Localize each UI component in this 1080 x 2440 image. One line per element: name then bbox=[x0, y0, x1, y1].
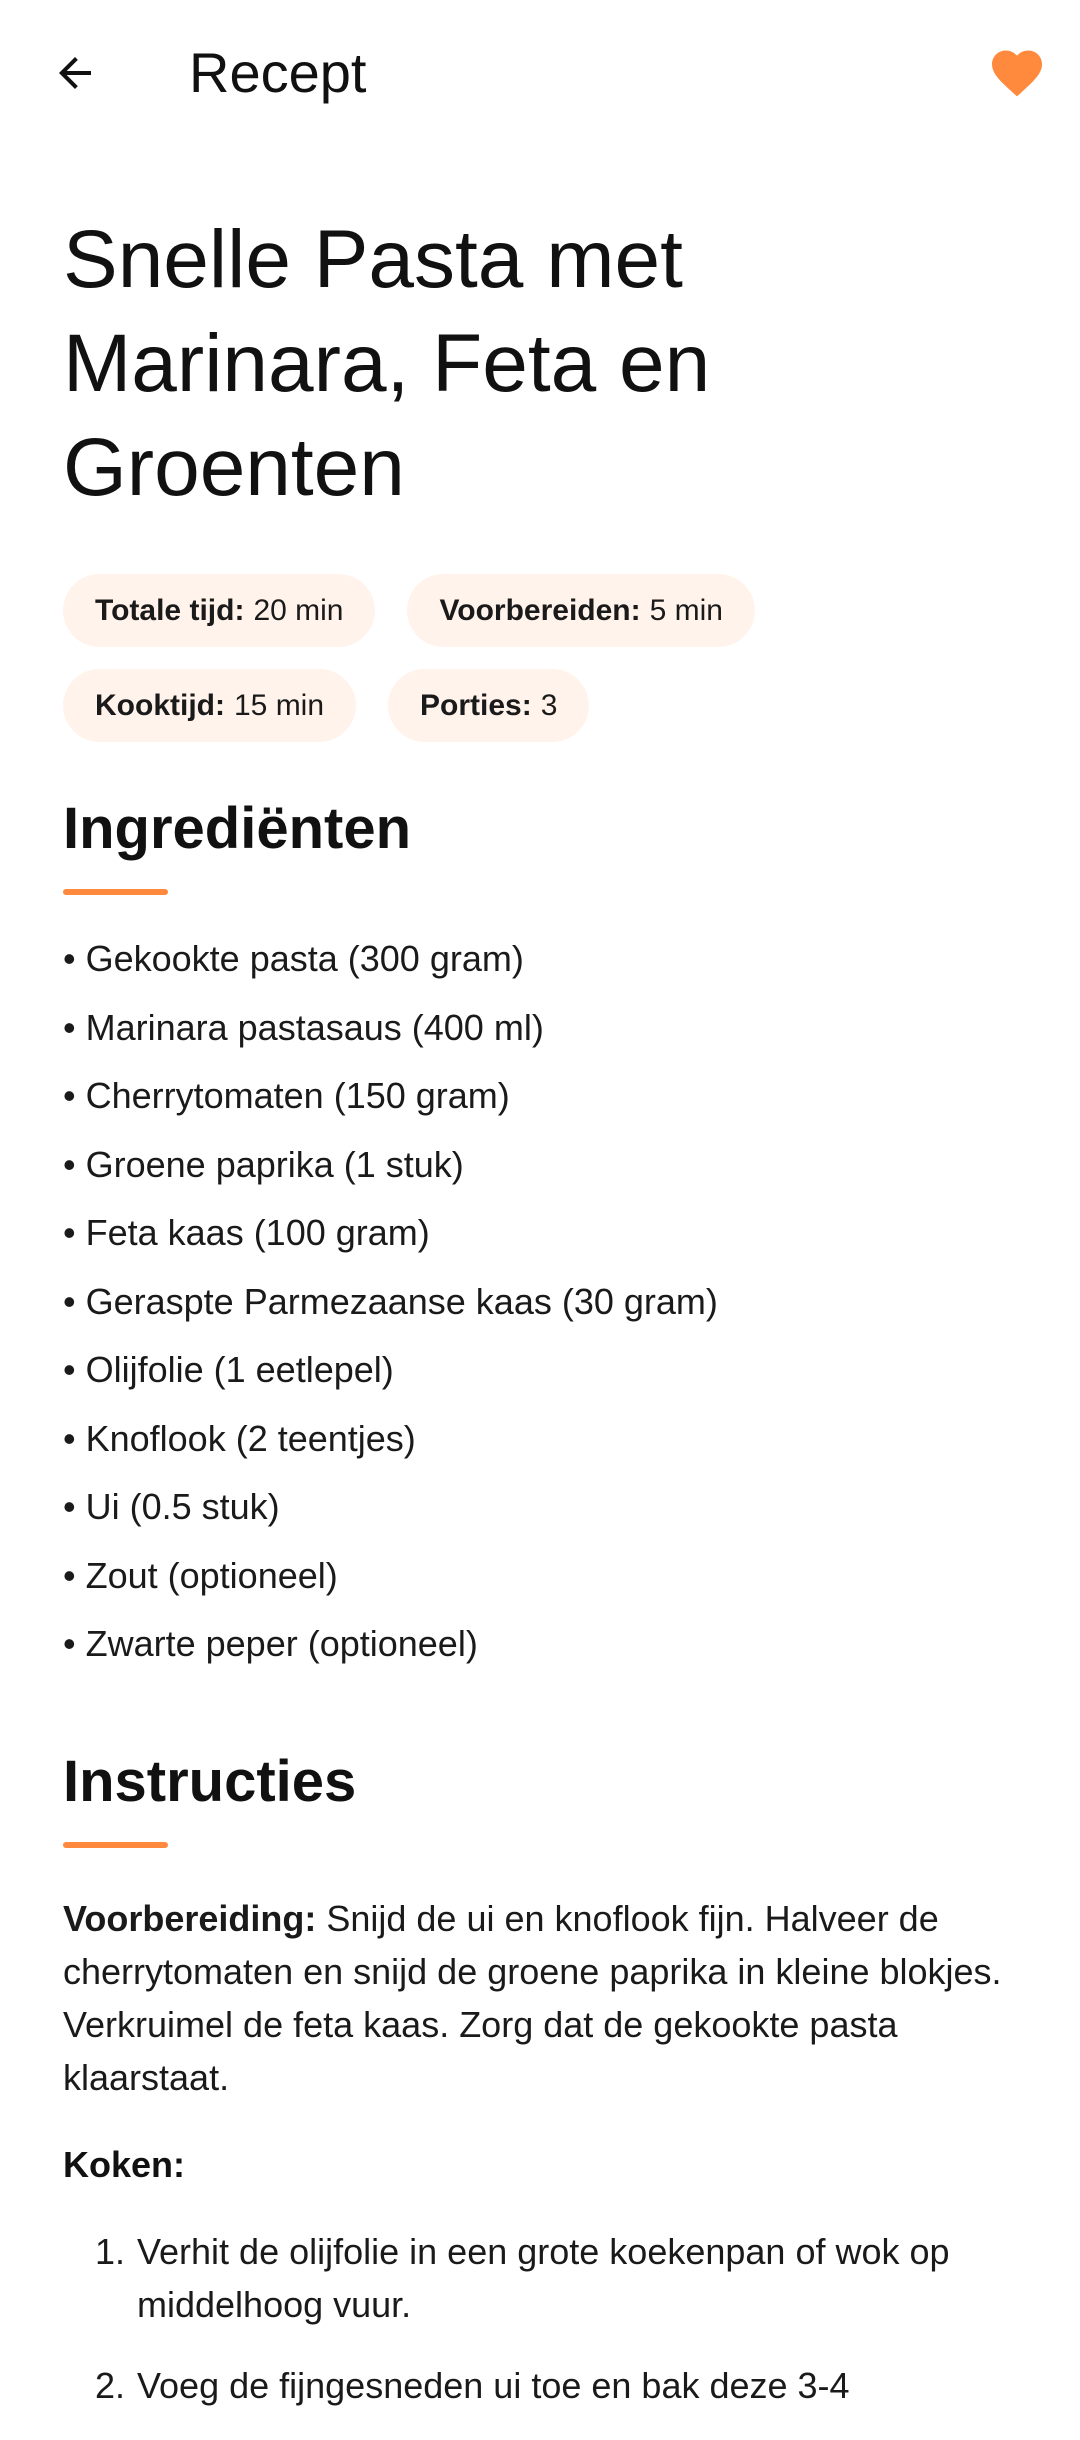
favorite-button[interactable] bbox=[978, 36, 1056, 110]
chip-label: Kooktijd: bbox=[95, 688, 225, 722]
bullet: • bbox=[63, 938, 76, 979]
chip-prep-time: Voorbereiden: 5 min bbox=[407, 574, 755, 647]
ingredient-item: • Knoflook (2 teentjes) bbox=[63, 1405, 1017, 1474]
ingredient-list: • Gekookte pasta (300 gram) • Marinara pas… bbox=[63, 925, 1017, 1679]
bullet: • bbox=[63, 1623, 76, 1664]
back-button[interactable] bbox=[38, 36, 112, 110]
bullet: • bbox=[63, 1349, 76, 1390]
bullet: • bbox=[63, 1143, 76, 1185]
chip-value: 5 min bbox=[649, 593, 723, 627]
ingredient-item: • Zout (optioneel) bbox=[63, 1542, 1017, 1611]
ingredient-text: Zout (optioneel) bbox=[85, 1554, 338, 1596]
chip-label: Totale tijd: bbox=[95, 593, 245, 627]
instructions-heading: Instructies bbox=[63, 1748, 357, 1814]
ingredient-text: Knoflook (2 teentjes) bbox=[85, 1417, 416, 1459]
chip-value: 3 bbox=[540, 688, 558, 722]
arrow-left-icon bbox=[59, 57, 91, 89]
ingredient-text: Marinara pastasaus (400 ml) bbox=[85, 1006, 544, 1048]
bullet: • bbox=[63, 1075, 76, 1116]
ingredient-item: • Cherrytomaten (150 gram) bbox=[63, 1062, 1017, 1131]
ingredient-text: Ui (0.5 stuk) bbox=[85, 1486, 280, 1527]
preparation-label: Voorbereiding: bbox=[63, 1897, 317, 1939]
ingredient-item: • Geraspte Parmezaanse kaas (30 gram) bbox=[63, 1268, 1017, 1337]
ingredient-text: Gekookte pasta (300 gram) bbox=[85, 938, 524, 979]
bullet: • bbox=[63, 1006, 76, 1048]
bullet: • bbox=[63, 1212, 76, 1253]
step-item: 1. Verhit de olijfolie in een grote koek… bbox=[63, 2225, 1017, 2331]
step-number: 2. bbox=[94, 2364, 125, 2406]
ingredient-item: • Feta kaas (100 gram) bbox=[63, 1199, 1017, 1268]
ingredient-item: • Ui (0.5 stuk) bbox=[63, 1473, 1017, 1542]
section-underline bbox=[63, 889, 168, 895]
cooking-label: Koken: bbox=[63, 2143, 186, 2185]
bullet: • bbox=[63, 1486, 76, 1527]
chip-label: Porties: bbox=[420, 688, 532, 722]
app-bar: Recept bbox=[0, 0, 1080, 146]
ingredient-item: • Marinara pastasaus (400 ml) bbox=[63, 994, 1017, 1063]
cooking-steps: 1. Verhit de olijfolie in een grote koek… bbox=[63, 2225, 1017, 2412]
heart-icon bbox=[992, 50, 1042, 97]
section-underline bbox=[63, 1841, 168, 1848]
ingredient-item: • Zwarte peper (optioneel) bbox=[63, 1610, 1017, 1679]
ingredient-text: Groene paprika (1 stuk) bbox=[85, 1143, 464, 1185]
bullet: • bbox=[63, 1554, 76, 1596]
ingredient-text: Geraspte Parmezaanse kaas (30 gram) bbox=[85, 1280, 718, 1322]
ingredient-text: Cherrytomaten (150 gram) bbox=[85, 1075, 510, 1116]
ingredient-text: Olijfolie (1 eetlepel) bbox=[85, 1349, 394, 1390]
ingredients-heading: Ingrediënten bbox=[63, 796, 412, 861]
ingredient-item: • Olijfolie (1 eetlepel) bbox=[63, 1336, 1017, 1405]
bullet: • bbox=[63, 1417, 76, 1459]
ingredient-text: Feta kaas (100 gram) bbox=[85, 1212, 430, 1253]
chip-label: Voorbereiden: bbox=[439, 593, 641, 627]
recipe-title: Snelle Pasta met Marinara, Feta en Groen… bbox=[63, 214, 711, 513]
chip-servings: Porties: 3 bbox=[388, 669, 590, 742]
ingredient-item: • Groene paprika (1 stuk) bbox=[63, 1131, 1017, 1200]
chip-total-time: Totale tijd: 20 min bbox=[63, 574, 376, 647]
step-item: 2. Voeg de fijngesneden ui toe en bak de… bbox=[63, 2359, 1017, 2412]
recipe-info-chips: Totale tijd: 20 min Voorbereiden: 5 min … bbox=[63, 574, 903, 742]
chip-value: 15 min bbox=[233, 688, 325, 722]
step-text: Verhit de olijfolie in een grote koekenp… bbox=[137, 2230, 950, 2325]
ingredient-item: • Gekookte pasta (300 gram) bbox=[63, 925, 1017, 994]
step-text: Voeg de fijngesneden ui toe en bak deze … bbox=[137, 2364, 850, 2406]
recipe-content: Snelle Pasta met Marinara, Feta en Groen… bbox=[63, 146, 1017, 2440]
chip-value: 20 min bbox=[253, 593, 344, 627]
chip-cook-time: Kooktijd: 15 min bbox=[63, 669, 357, 742]
step-number: 1. bbox=[94, 2230, 125, 2272]
ingredient-text: Zwarte peper (optioneel) bbox=[85, 1623, 478, 1664]
preparation-paragraph: Voorbereiding: Snijd de ui en knoflook f… bbox=[63, 1892, 1017, 2104]
bullet: • bbox=[63, 1280, 76, 1322]
page-title: Recept bbox=[189, 41, 367, 104]
